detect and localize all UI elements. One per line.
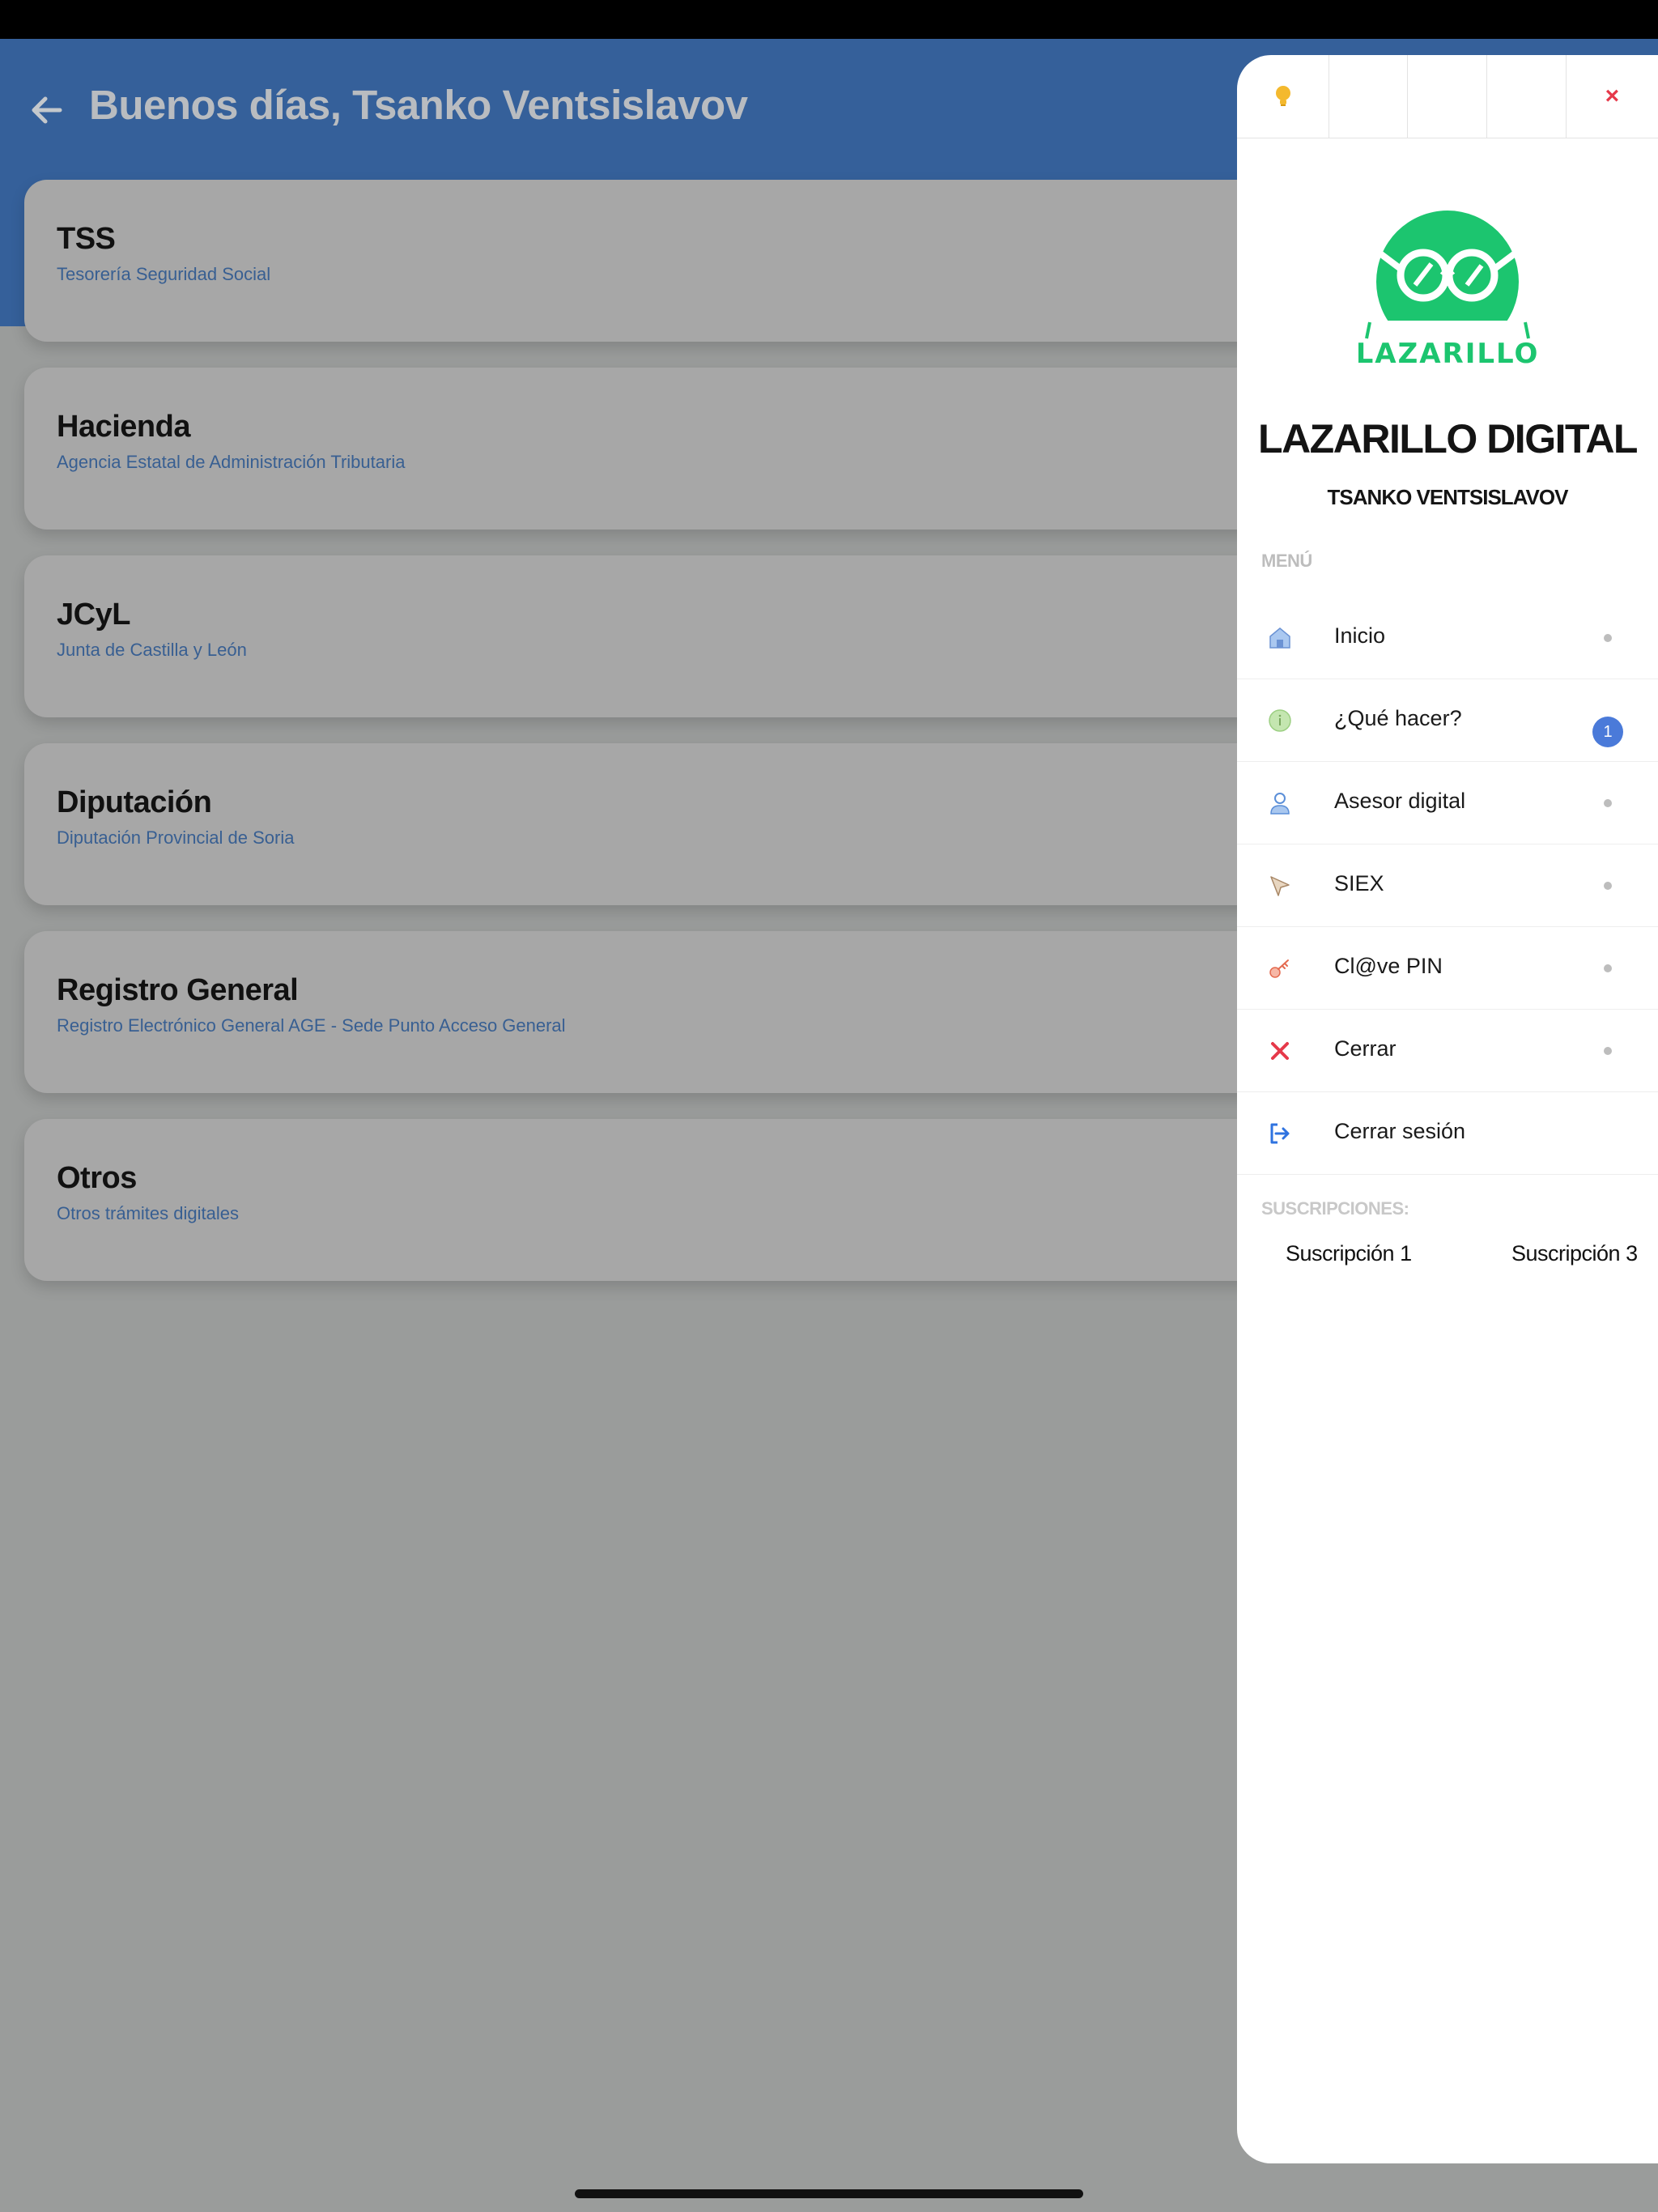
card-otros[interactable]: Otros Otros trámites digitales bbox=[24, 1119, 1320, 1281]
user-icon bbox=[1270, 793, 1290, 815]
toolbar-slot-3[interactable] bbox=[1408, 55, 1487, 138]
card-title: JCyL bbox=[57, 598, 130, 632]
menu-item-label: Cerrar sesión bbox=[1334, 1119, 1466, 1143]
menu-item-dot bbox=[1604, 634, 1612, 642]
toolbar-slot-2[interactable] bbox=[1329, 55, 1409, 138]
menu-item-dot bbox=[1604, 799, 1612, 807]
subscription-tab-3[interactable]: Suscripción 3 bbox=[1511, 1241, 1638, 1266]
logout-icon bbox=[1270, 1123, 1290, 1144]
entity-list: TSS Tesorería Seguridad Social Hacienda … bbox=[24, 180, 1320, 1307]
tips-button[interactable] bbox=[1237, 55, 1330, 138]
page-title: Buenos días, Tsanko Ventsislavov bbox=[89, 82, 748, 128]
notification-badge: 1 bbox=[1592, 717, 1623, 747]
menu-item-cerrar[interactable]: Cerrar bbox=[1237, 1010, 1658, 1092]
menu-item-dot bbox=[1604, 882, 1612, 890]
status-bar bbox=[0, 0, 1658, 39]
home-icon bbox=[1269, 627, 1290, 649]
card-jcyl[interactable]: JCyL Junta de Castilla y León bbox=[24, 555, 1320, 717]
key-icon bbox=[1269, 959, 1289, 978]
drawer-toolbar: × bbox=[1237, 55, 1658, 138]
card-subtitle: Registro Electrónico General AGE - Sede … bbox=[57, 1015, 566, 1036]
menu-item-label: Cl@ve PIN bbox=[1334, 954, 1443, 978]
brand-title: LAZARILLO DIGITAL bbox=[1258, 416, 1638, 462]
lightbulb-icon bbox=[1275, 86, 1290, 106]
back-button[interactable] bbox=[28, 91, 66, 130]
close-icon: × bbox=[1605, 83, 1620, 109]
menu-item-siex[interactable]: SIEX bbox=[1237, 844, 1658, 927]
card-title: Hacienda bbox=[57, 410, 190, 444]
arrow-left-icon bbox=[32, 96, 62, 124]
menu-item-que-hacer[interactable]: ¿Qué hacer? 1 bbox=[1237, 679, 1658, 762]
subscriptions-label: SUSCRIPCIONES: bbox=[1261, 1198, 1409, 1219]
home-indicator bbox=[575, 2189, 1083, 2198]
menu-item-label: Cerrar bbox=[1334, 1036, 1397, 1061]
close-drawer-button[interactable]: × bbox=[1567, 55, 1658, 138]
card-subtitle: Junta de Castilla y León bbox=[57, 640, 247, 660]
menu-item-asesor-digital[interactable]: Asesor digital bbox=[1237, 762, 1658, 844]
user-name: TSANKO VENTSISLAVOV bbox=[1327, 485, 1569, 509]
menu-item-label: SIEX bbox=[1334, 871, 1384, 895]
menu-item-inicio[interactable]: Inicio bbox=[1237, 597, 1658, 679]
subscription-tab-1[interactable]: Suscripción 1 bbox=[1286, 1241, 1412, 1266]
info-icon bbox=[1269, 709, 1291, 732]
card-hacienda[interactable]: Hacienda Agencia Estatal de Administraci… bbox=[24, 368, 1320, 530]
card-subtitle: Tesorería Seguridad Social bbox=[57, 264, 271, 284]
menu-section-label: MENÚ bbox=[1261, 551, 1312, 571]
card-subtitle: Agencia Estatal de Administración Tribut… bbox=[57, 452, 406, 472]
menu-item-dot bbox=[1604, 1047, 1612, 1055]
card-title: Registro General bbox=[57, 973, 299, 1007]
menu-item-label: Asesor digital bbox=[1334, 789, 1466, 813]
card-title: Diputación bbox=[57, 785, 212, 819]
card-subtitle: Otros trámites digitales bbox=[57, 1203, 239, 1223]
cursor-icon bbox=[1270, 876, 1290, 896]
menu-item-clave-pin[interactable]: Cl@ve PIN bbox=[1237, 927, 1658, 1010]
toolbar-slot-4[interactable] bbox=[1487, 55, 1567, 138]
menu-item-cerrar-sesion[interactable]: Cerrar sesión bbox=[1237, 1092, 1658, 1175]
side-drawer: × LAZARILLO LAZARILLO DIGITAL TSANKO VEN… bbox=[1237, 55, 1658, 2163]
card-tss[interactable]: TSS Tesorería Seguridad Social bbox=[24, 180, 1320, 342]
menu-item-label: Inicio bbox=[1334, 623, 1386, 648]
menu-item-label: ¿Qué hacer? bbox=[1334, 706, 1462, 730]
card-registro-general[interactable]: Registro General Registro Electrónico Ge… bbox=[24, 931, 1320, 1093]
card-title: Otros bbox=[57, 1161, 137, 1195]
glasses-logo-icon: LAZARILLO bbox=[1356, 211, 1537, 387]
drawer-menu: Inicio ¿Qué hacer? 1 Asesor digital SIEX… bbox=[1237, 597, 1658, 1175]
close-icon bbox=[1271, 1042, 1289, 1060]
card-subtitle: Diputación Provincial de Soria bbox=[57, 827, 295, 848]
card-title: TSS bbox=[57, 222, 116, 256]
menu-item-dot bbox=[1604, 964, 1612, 972]
lazarillo-logo: LAZARILLO bbox=[1356, 201, 1537, 387]
logo-text: LAZARILLO bbox=[1358, 338, 1537, 370]
card-diputacion[interactable]: Diputación Diputación Provincial de Sori… bbox=[24, 743, 1320, 905]
